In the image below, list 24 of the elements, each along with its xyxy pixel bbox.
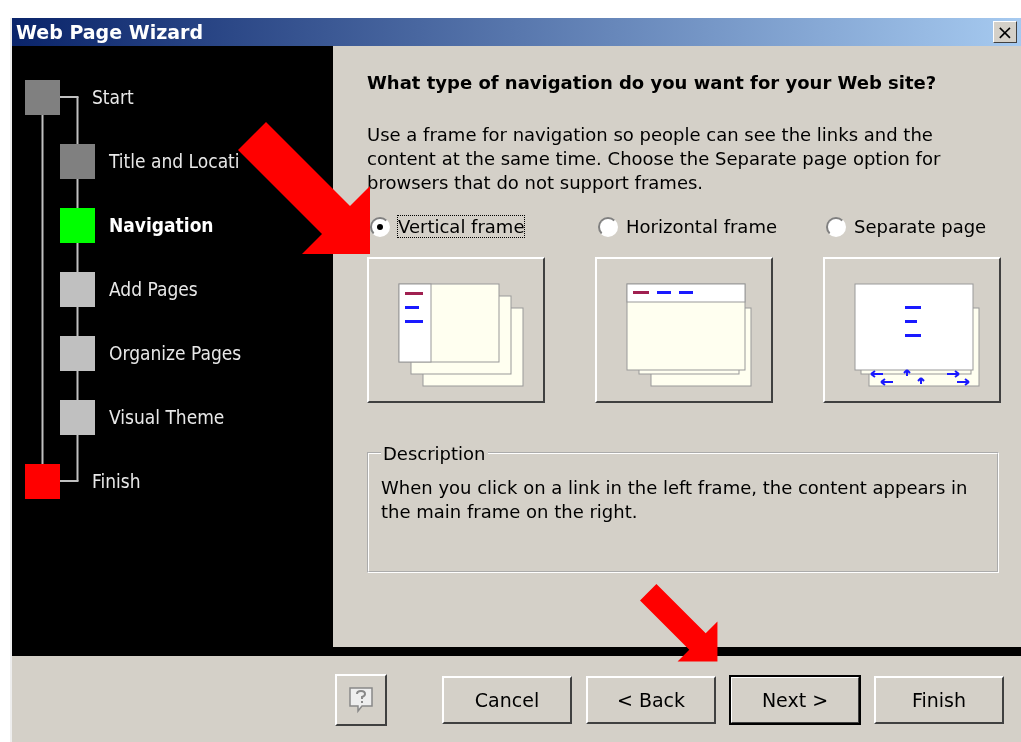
dialog-button[interactable]: Finish (874, 676, 1004, 724)
help-button[interactable] (335, 674, 387, 726)
dialog-button[interactable]: Next > (730, 676, 860, 724)
dialog-button[interactable]: < Back (586, 676, 716, 724)
description-text: When you click on a link in the left frame, the content appears in the main frame on the right. (381, 475, 969, 524)
step-label: Organize Pages (109, 342, 242, 364)
intro-text: Use a frame for navigation so people can see the links and the content at the same time. Choose the Separate page option for browsers that do not support frames. (367, 123, 942, 195)
step-label: Finish (92, 470, 141, 492)
radio-option[interactable]: Separate page (823, 215, 990, 238)
step-label: Title and Locati (109, 150, 240, 172)
layout-preview[interactable] (367, 256, 545, 403)
step-label: Navigation (109, 214, 214, 236)
layout-preview[interactable] (823, 256, 1001, 403)
layout-preview[interactable] (595, 256, 773, 403)
step-label: Visual Theme (109, 406, 225, 428)
step-label: Start (92, 86, 134, 108)
step-label: Add Pages (109, 278, 198, 300)
help-icon (348, 686, 374, 714)
group-legend: Description (381, 442, 488, 464)
dialog-button[interactable]: Cancel (442, 676, 572, 724)
close-button[interactable]: × (993, 21, 1017, 43)
window-title: Web Page Wizard (16, 21, 204, 43)
question-heading: What type of navigation do you want for your Web site? (367, 72, 938, 93)
radio-option[interactable]: Horizontal frame (595, 215, 780, 238)
